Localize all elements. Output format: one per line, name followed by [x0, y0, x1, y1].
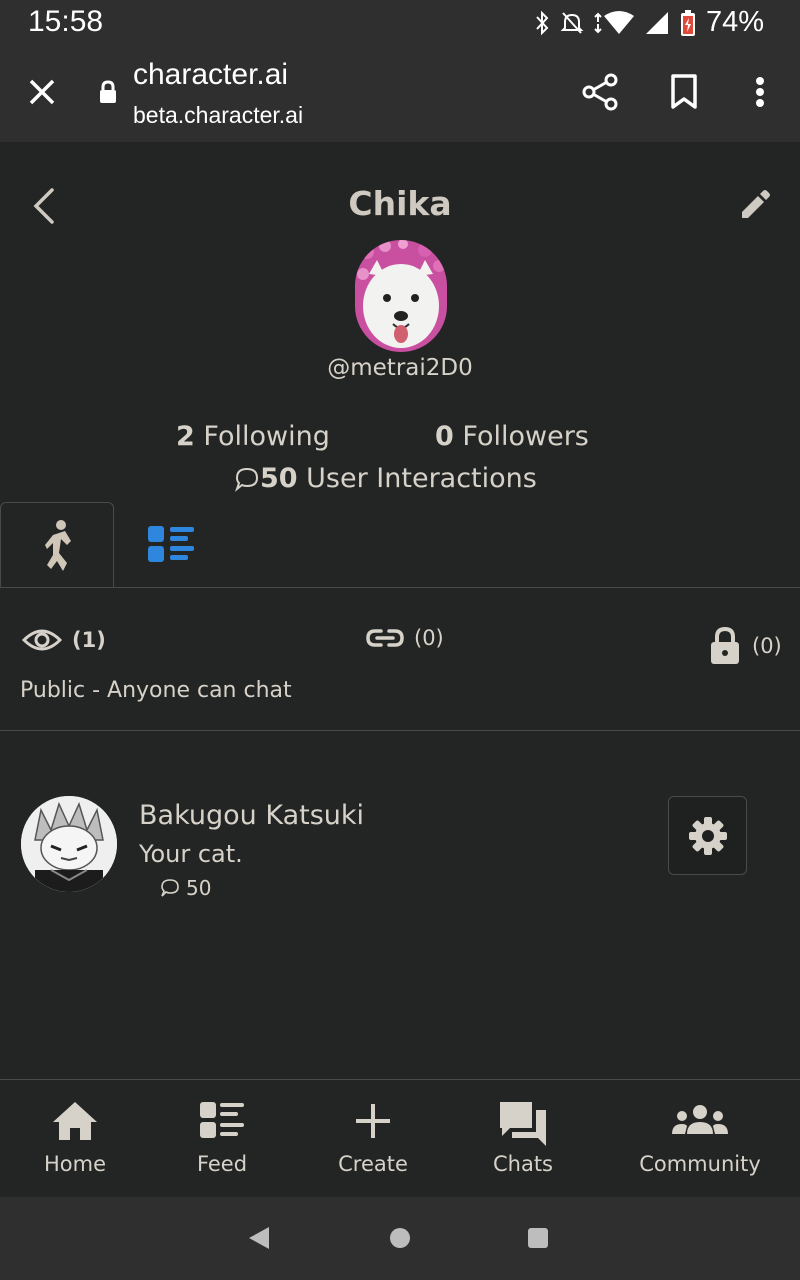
following-count: 2	[176, 421, 195, 452]
system-recents-icon[interactable]	[527, 1225, 549, 1251]
nav-home[interactable]: Home	[30, 1080, 120, 1198]
nav-create[interactable]: Create	[328, 1080, 418, 1198]
nav-create-label: Create	[338, 1152, 408, 1176]
chat-bubble-icon	[161, 879, 179, 897]
following-stat[interactable]: 2 Following	[176, 421, 330, 452]
nav-community-label: Community	[639, 1152, 761, 1176]
visibility-description: Public - Anyone can chat	[20, 678, 292, 703]
mute-icon	[560, 11, 584, 34]
status-time: 15:58	[28, 5, 104, 38]
filter-private[interactable]: (0)	[708, 626, 782, 666]
community-icon	[672, 1105, 728, 1134]
chat-bubble-icon	[234, 467, 259, 492]
home-icon	[53, 1102, 97, 1140]
lock-icon	[100, 80, 116, 103]
character-figure-icon	[45, 520, 71, 571]
character-avatar-image	[21, 796, 117, 892]
followers-stat[interactable]: 0 Followers	[435, 421, 589, 452]
section-divider	[0, 730, 800, 731]
eye-icon	[22, 629, 62, 651]
tab-feed-list-icon[interactable]	[148, 524, 196, 566]
nav-chats-label: Chats	[492, 1152, 554, 1176]
plus-icon	[356, 1104, 390, 1138]
signal-icon	[645, 11, 668, 34]
system-back-icon[interactable]	[247, 1225, 271, 1251]
interactions-count: 50	[260, 463, 298, 494]
bottom-navigation: Home Feed Create Chats Community	[0, 1079, 800, 1197]
following-label: Following	[203, 421, 330, 452]
followers-label: Followers	[462, 421, 589, 452]
nav-community[interactable]: Community	[630, 1080, 770, 1198]
interactions-label: User Interactions	[306, 463, 537, 494]
profile-name: Chika	[348, 184, 452, 223]
nav-feed[interactable]: Feed	[177, 1080, 267, 1198]
system-navigation-bar	[0, 1197, 800, 1280]
link-icon	[366, 629, 404, 647]
interactions-stat: 50 User Interactions	[234, 463, 537, 494]
filter-unlisted[interactable]: (0)	[366, 626, 444, 650]
character-settings-button[interactable]	[668, 796, 747, 875]
link-count: (0)	[414, 626, 444, 650]
public-count: (1)	[72, 628, 106, 652]
page-url[interactable]: beta.character.ai	[133, 102, 303, 129]
browser-toolbar: character.ai beta.character.ai	[0, 46, 800, 142]
nav-chats[interactable]: Chats	[478, 1080, 568, 1198]
more-options-icon[interactable]	[748, 73, 772, 111]
padlock-icon	[711, 626, 739, 664]
character-name[interactable]: Bakugou Katsuki	[139, 800, 364, 831]
nav-feed-label: Feed	[196, 1152, 248, 1176]
battery-icon	[680, 9, 695, 36]
share-icon[interactable]	[582, 73, 618, 111]
tab-divider	[0, 587, 800, 588]
character-description: Your cat.	[139, 840, 243, 868]
profile-handle: @metrai2D0	[327, 355, 473, 381]
page-title: character.ai	[133, 58, 289, 91]
battery-percent: 74%	[705, 6, 764, 38]
profile-avatar	[355, 240, 447, 352]
bookmark-icon[interactable]	[668, 73, 700, 111]
private-count: (0)	[752, 634, 782, 658]
nav-home-label: Home	[43, 1152, 106, 1176]
system-home-icon[interactable]	[389, 1225, 411, 1251]
edit-pencil-icon[interactable]	[738, 188, 772, 222]
tab-characters[interactable]	[0, 502, 114, 588]
character-interactions-count: 50	[186, 876, 212, 900]
filter-public[interactable]: (1)	[22, 626, 106, 654]
feed-icon	[200, 1102, 244, 1138]
chats-icon	[500, 1102, 546, 1146]
bluetooth-icon	[536, 10, 549, 35]
dog-avatar-image	[355, 240, 447, 352]
status-bar: 15:58 74%	[0, 0, 800, 46]
gear-icon	[689, 817, 727, 855]
close-icon[interactable]	[26, 76, 58, 108]
wifi-icon	[593, 10, 634, 34]
character-interactions: 50	[160, 876, 211, 900]
character-avatar[interactable]	[21, 796, 117, 892]
followers-count: 0	[435, 421, 454, 452]
